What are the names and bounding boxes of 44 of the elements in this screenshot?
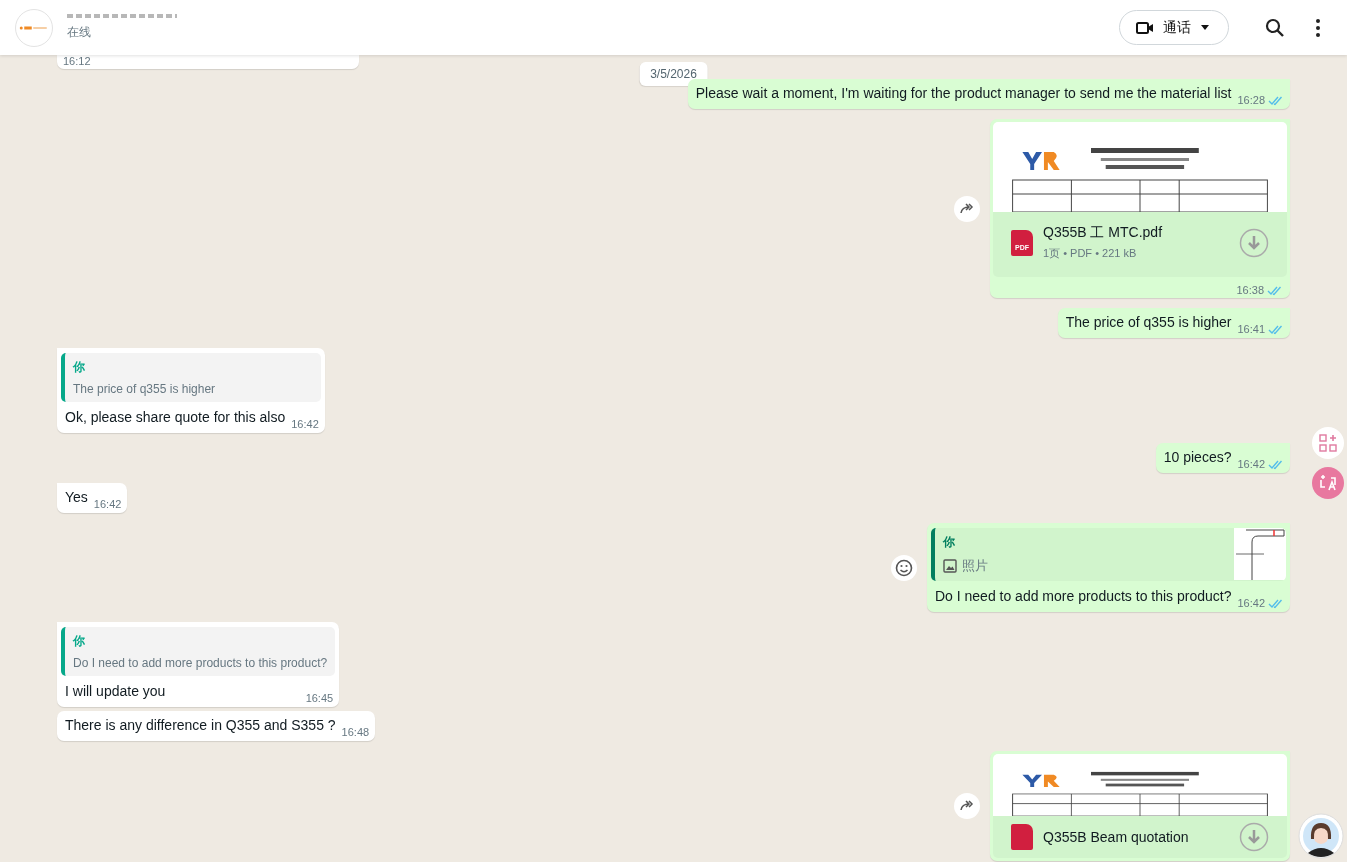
message-text: There is any difference in Q355 and S355 ? bbox=[65, 716, 336, 735]
quote-author: 你 bbox=[942, 534, 956, 551]
message-time: 16:42 bbox=[1237, 597, 1265, 609]
message-time: 16:12 bbox=[63, 55, 91, 67]
message-time: 16:45 bbox=[305, 692, 334, 704]
forward-icon[interactable] bbox=[954, 195, 980, 222]
message-text: I will update you bbox=[65, 682, 166, 701]
contact-status: 在线 bbox=[67, 24, 92, 41]
call-button[interactable]: 通话 bbox=[1119, 10, 1229, 45]
message-time: 16:28 bbox=[1237, 94, 1265, 106]
quoted-text: 照片 bbox=[961, 557, 988, 575]
message-text: Do I need to add more products to this product? bbox=[934, 587, 1232, 606]
forward-icon[interactable] bbox=[954, 793, 980, 819]
video-camera-icon bbox=[1136, 20, 1154, 35]
file-name[interactable]: Q355B 工 MTC.pdf bbox=[1043, 224, 1229, 242]
message-time: 16:48 bbox=[341, 726, 370, 738]
quote-author: 你 bbox=[73, 359, 86, 376]
quoted-text: Do I need to add more products to this product? bbox=[73, 656, 328, 670]
quoted-message[interactable]: 你 The price of q355 is higher bbox=[61, 353, 321, 402]
message-time: 16:42 bbox=[93, 498, 122, 510]
message-time: 16:41 bbox=[1237, 323, 1265, 335]
translate-icon bbox=[1318, 473, 1338, 493]
message-time: 16:42 bbox=[1237, 458, 1265, 470]
apps-icon bbox=[1319, 434, 1337, 452]
file-details: 1页 • PDF • 221 kB bbox=[1043, 246, 1138, 261]
image-icon bbox=[942, 559, 957, 573]
message-text: Yes bbox=[65, 488, 88, 507]
quoted-text: The price of q355 is higher bbox=[73, 382, 216, 396]
menu-icon[interactable] bbox=[1315, 17, 1321, 38]
message-text: 10 pieces? bbox=[1163, 448, 1232, 467]
message-time: 16:42 bbox=[291, 418, 319, 430]
quoted-message[interactable]: 你 照片 bbox=[930, 528, 1286, 581]
file-type-icon bbox=[1011, 824, 1033, 850]
search-icon[interactable] bbox=[1265, 17, 1285, 38]
quoted-message[interactable]: 你 Do I need to add more products to this product? bbox=[61, 627, 336, 676]
message-time: 16:38 bbox=[1236, 284, 1264, 296]
date-chip: 3/5/2026 bbox=[639, 62, 708, 86]
assistant-avatar[interactable] bbox=[1298, 813, 1344, 859]
message-text: Please wait a moment, I'm waiting for the product manager to send me the material list bbox=[695, 84, 1232, 103]
message-text: The price of q355 is higher bbox=[1065, 313, 1232, 332]
quote-author: 你 bbox=[73, 633, 86, 650]
emoji-icon[interactable] bbox=[890, 554, 917, 581]
message-text: Ok, please share quote for this also bbox=[65, 408, 286, 427]
caret-icon bbox=[1200, 24, 1210, 31]
